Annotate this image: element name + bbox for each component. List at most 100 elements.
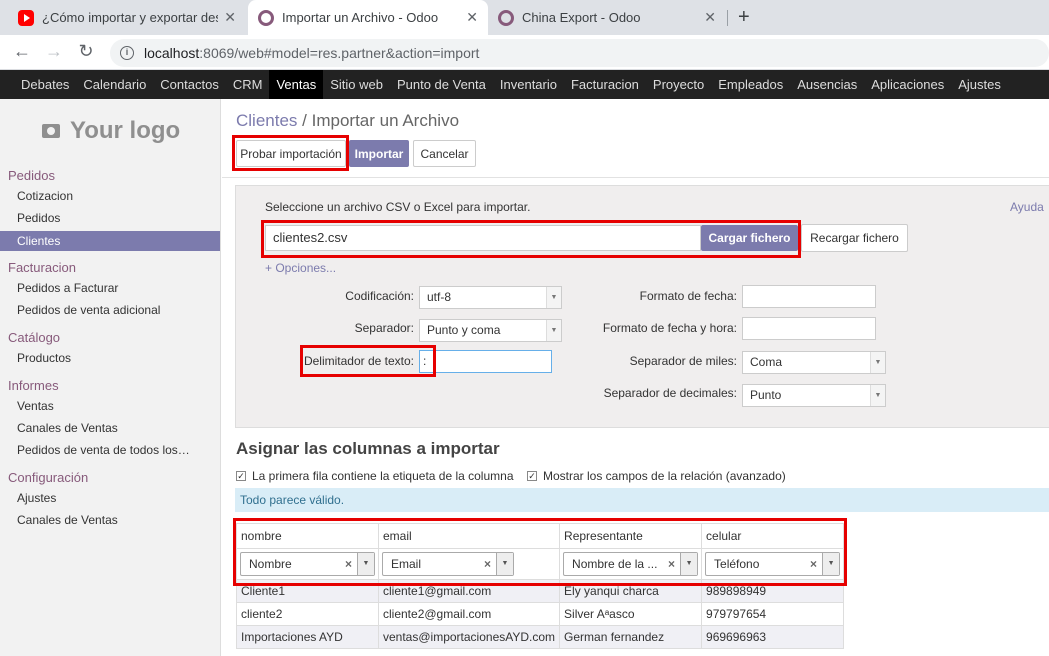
odoo-icon [258, 9, 274, 26]
test-import-button[interactable]: Probar importación [236, 140, 346, 167]
menu-item-debates[interactable]: Debates [14, 70, 76, 99]
reload-file-button[interactable]: Recargar fichero [801, 224, 908, 252]
decimal-separator-value: Punto [750, 388, 782, 402]
sidebar-item-ajustes[interactable]: Ajustes [0, 488, 220, 508]
table-cell: German fernandez [559, 625, 703, 649]
checkbox-checked-icon: ✓ [527, 471, 537, 481]
field-select-value: Teléfono [714, 557, 760, 571]
sidebar-item-pedidos[interactable]: Pedidos [0, 208, 220, 228]
back-button[interactable]: ← [11, 41, 33, 62]
thousands-separator-label: Separador de miles: [629, 354, 737, 368]
tab-separator [727, 10, 728, 26]
encoding-select[interactable]: utf-8 ▼ [419, 286, 562, 309]
clear-icon[interactable]: × [810, 553, 817, 575]
sidebar-item-cotizacion[interactable]: Cotizacion [0, 186, 220, 206]
youtube-icon [18, 9, 34, 26]
clear-icon[interactable]: × [345, 553, 352, 575]
options-toggle[interactable]: + Opciones... [265, 261, 336, 275]
load-file-button[interactable]: Cargar fichero [701, 225, 798, 251]
field-select-email[interactable]: Email × ▼ [382, 552, 514, 576]
field-select-nombre[interactable]: Nombre × ▼ [240, 552, 375, 576]
odoo-icon [498, 9, 514, 26]
encoding-label: Codificación: [345, 289, 414, 303]
menu-item-empleados[interactable]: Empleados [711, 70, 790, 99]
menu-item-contactos[interactable]: Contactos [153, 70, 226, 99]
info-icon[interactable]: i [120, 46, 134, 60]
help-link[interactable]: Ayuda [1010, 200, 1044, 214]
company-logo[interactable]: Your logo [42, 117, 180, 145]
clear-icon[interactable]: × [484, 553, 491, 575]
date-format-input[interactable] [742, 285, 876, 308]
field-select-representante[interactable]: Nombre de la ... × ▼ [563, 552, 699, 576]
reload-button[interactable]: ↻ [75, 41, 97, 62]
thousands-separator-value: Coma [750, 355, 783, 369]
first-row-header-checkbox[interactable]: ✓ La primera fila contiene la etiqueta d… [236, 469, 514, 483]
sidebar-item-pedidos-todos[interactable]: Pedidos de venta de todos los… [0, 440, 220, 460]
close-tab-icon[interactable]: ✕ [704, 9, 716, 26]
file-name-input[interactable]: clientes2.csv [265, 225, 701, 251]
field-select-cell: Nombre de la ... × ▼ [559, 548, 703, 580]
field-select-celular[interactable]: Teléfono × ▼ [705, 552, 841, 576]
menu-item-calendario[interactable]: Calendario [76, 70, 153, 99]
sidebar-item-pedidos-a-facturar[interactable]: Pedidos a Facturar [0, 278, 220, 298]
breadcrumb-clientes[interactable]: Clientes [236, 111, 297, 130]
chevron-down-icon[interactable]: ▼ [496, 553, 513, 575]
table-cell: cliente2@gmail.com [377, 602, 561, 626]
url-host: localhost [144, 45, 200, 61]
sidebar: Your logo Pedidos Cotizacion Pedidos Cli… [0, 99, 221, 656]
field-select-cell: Teléfono × ▼ [701, 548, 845, 580]
browser-tab-import[interactable]: Importar un Archivo - Odoo ✕ [248, 0, 488, 35]
chevron-down-icon[interactable]: ▼ [357, 553, 374, 575]
tab-title: ¿Cómo importar y exportar desde [42, 10, 219, 25]
menu-item-facturacion[interactable]: Facturacion [564, 70, 646, 99]
field-select-cell: Nombre × ▼ [236, 548, 379, 580]
menu-item-punto-de-venta[interactable]: Punto de Venta [390, 70, 493, 99]
sidebar-item-clientes[interactable]: Clientes [0, 231, 220, 251]
datetime-format-input[interactable] [742, 317, 876, 340]
chevron-down-icon: ▼ [546, 320, 561, 341]
table-cell: Importaciones AYD [236, 625, 379, 649]
menu-item-proyecto[interactable]: Proyecto [646, 70, 711, 99]
new-tab-button[interactable]: + [738, 6, 750, 29]
browser-tab-youtube[interactable]: ¿Cómo importar y exportar desde ✕ [8, 0, 246, 35]
chevron-down-icon[interactable]: ▼ [822, 553, 840, 575]
cancel-button[interactable]: Cancelar [413, 140, 476, 167]
menu-item-ajustes[interactable]: Ajustes [951, 70, 1008, 99]
sidebar-item-canales-de-ventas[interactable]: Canales de Ventas [0, 418, 220, 438]
menu-item-crm[interactable]: CRM [226, 70, 270, 99]
sidebar-item-pedidos-venta-adicional[interactable]: Pedidos de venta adicional [0, 300, 220, 320]
table-header-row: nombre email Representante celular [236, 523, 845, 549]
menu-item-ventas[interactable]: Ventas [269, 70, 324, 99]
sidebar-item-canales-de-ventas-config[interactable]: Canales de Ventas [0, 510, 220, 530]
main-menu: Debates Calendario Contactos CRM Ventas … [0, 70, 1049, 99]
sidebar-item-productos[interactable]: Productos [0, 348, 220, 368]
forward-button[interactable]: → [43, 41, 65, 62]
text-delimiter-input[interactable]: : [419, 350, 552, 373]
menu-item-sitio-web[interactable]: Sitio web [323, 70, 390, 99]
separator-value: Punto y coma [427, 323, 501, 337]
url-input[interactable]: i localhost:8069/web#model=res.partner&a… [110, 39, 1049, 67]
close-tab-icon[interactable]: ✕ [466, 9, 478, 26]
sidebar-section-catalogo: Catálogo [8, 330, 61, 345]
sidebar-section-pedidos: Pedidos [8, 168, 55, 183]
chevron-down-icon: ▼ [870, 385, 885, 406]
clear-icon[interactable]: × [668, 553, 675, 575]
tab-title: China Export - Odoo [522, 10, 641, 25]
logo-text: Your logo [70, 117, 181, 144]
sidebar-item-ventas[interactable]: Ventas [0, 396, 220, 416]
decimal-separator-select[interactable]: Punto ▼ [742, 384, 886, 407]
browser-tab-china-export[interactable]: China Export - Odoo ✕ [488, 0, 726, 35]
chevron-down-icon: ▼ [870, 352, 885, 373]
thousands-separator-select[interactable]: Coma ▼ [742, 351, 886, 374]
chevron-down-icon[interactable]: ▼ [680, 553, 698, 575]
close-tab-icon[interactable]: ✕ [224, 9, 236, 26]
validation-status: Todo parece válido. [235, 488, 1049, 512]
menu-item-inventario[interactable]: Inventario [493, 70, 564, 99]
menu-item-ausencias[interactable]: Ausencias [790, 70, 864, 99]
show-relation-fields-checkbox[interactable]: ✓ Mostrar los campos de la relación (ava… [527, 469, 786, 483]
menu-item-aplicaciones[interactable]: Aplicaciones [864, 70, 951, 99]
separator-select[interactable]: Punto y coma ▼ [419, 319, 562, 342]
mapping-title: Asignar las columnas a importar [236, 439, 500, 458]
address-bar: ← → ↻ i localhost:8069/web#model=res.par… [0, 35, 1049, 70]
import-button[interactable]: Importar [349, 140, 409, 167]
